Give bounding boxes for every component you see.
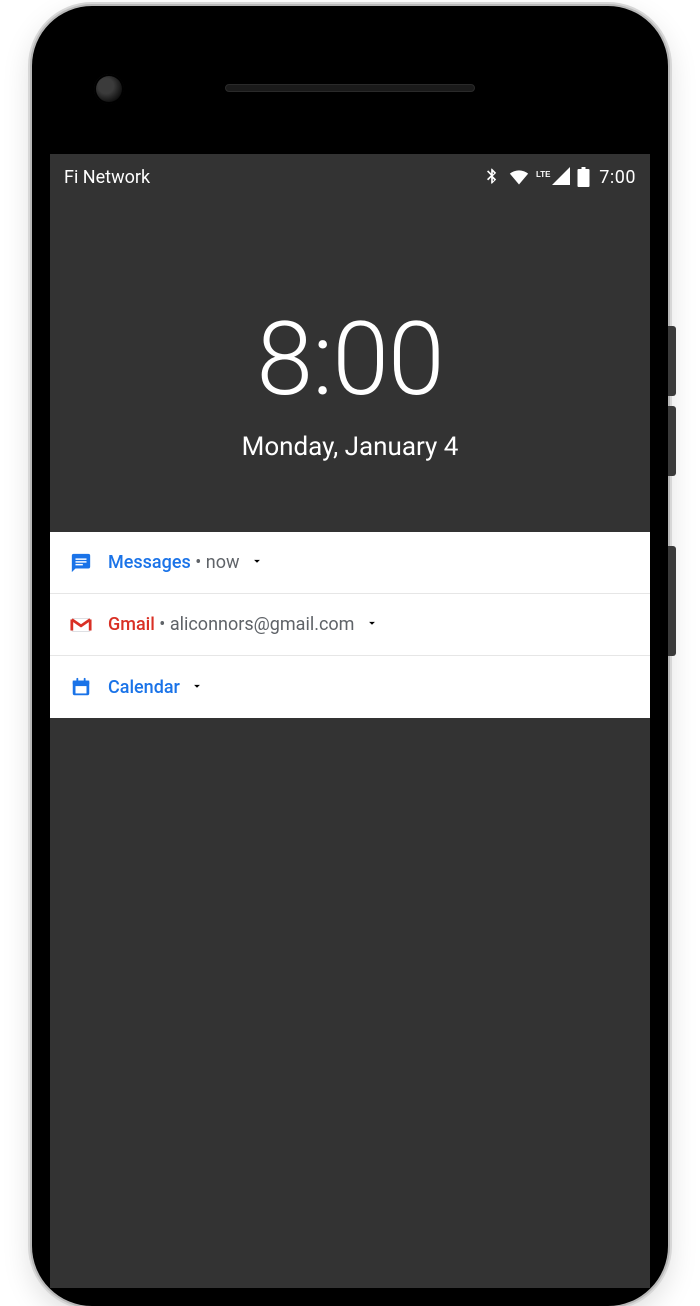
notification-gmail[interactable]: Gmail • aliconnors@gmail.com: [50, 594, 650, 656]
bluetooth-icon: [482, 167, 502, 187]
lte-signal-icon: LTE: [536, 167, 570, 187]
notification-calendar[interactable]: Calendar: [50, 656, 650, 718]
svg-text:LTE: LTE: [536, 170, 551, 179]
status-time: 7:00: [599, 167, 636, 188]
notification-subtitle: • now: [195, 552, 239, 573]
notification-app-name: Gmail: [108, 614, 155, 635]
phone-screen: Fi Network LTE 7:00: [50, 154, 650, 1288]
lock-clock-time: 8:00: [50, 308, 650, 410]
messages-icon: [70, 552, 92, 574]
phone-frame: Fi Network LTE 7:00: [32, 6, 668, 1306]
gmail-icon: [70, 614, 92, 636]
volume-up-button[interactable]: [668, 326, 676, 396]
notification-app-name: Messages: [108, 552, 191, 573]
wifi-icon: [509, 167, 529, 187]
notification-messages[interactable]: Messages • now: [50, 532, 650, 594]
chevron-down-icon: [190, 679, 204, 693]
front-camera: [94, 74, 124, 104]
notification-shade: Messages • now: [50, 532, 650, 718]
notification-app-name: Calendar: [108, 677, 180, 698]
calendar-icon: [70, 676, 92, 698]
status-bar: Fi Network LTE 7:00: [50, 154, 650, 200]
lock-clock-widget: 8:00 Monday, January 4: [50, 308, 650, 462]
chevron-down-icon: [250, 554, 264, 568]
notification-subtitle: • aliconnors@gmail.com: [159, 614, 354, 635]
carrier-label: Fi Network: [64, 167, 150, 188]
chevron-down-icon: [365, 616, 379, 630]
lock-clock-date: Monday, January 4: [50, 432, 650, 462]
battery-icon: [577, 167, 590, 187]
power-button[interactable]: [668, 546, 676, 656]
earpiece-speaker: [225, 84, 475, 92]
volume-down-button[interactable]: [668, 406, 676, 476]
status-right-group: LTE 7:00: [482, 167, 636, 188]
